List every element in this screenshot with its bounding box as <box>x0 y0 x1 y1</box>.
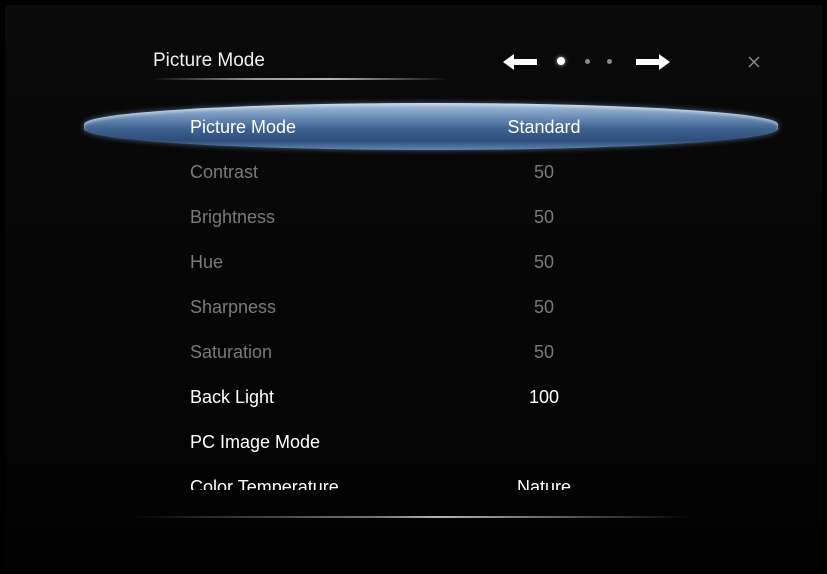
setting-value-text: Standard <box>507 117 581 137</box>
setting-value-text: 50 <box>533 252 555 272</box>
setting-value-text: 50 <box>533 207 555 227</box>
right-arrow-icon[interactable] <box>636 52 670 72</box>
page-dot-active <box>557 57 565 65</box>
setting-label: Brightness <box>190 207 276 227</box>
setting-value-text: Nature <box>516 477 572 490</box>
setting-brightness: Brightness 50 <box>0 194 827 239</box>
tv-screen: Picture Mode Picture Mode Standard Contr… <box>0 0 827 574</box>
setting-value-text: 50 <box>533 297 555 317</box>
setting-value-text: 100 <box>528 387 560 407</box>
setting-label: Saturation <box>190 342 273 362</box>
setting-hue: Hue 50 <box>0 239 827 284</box>
bottom-divider <box>130 516 690 518</box>
setting-back-light[interactable]: Back Light 100 <box>0 374 827 419</box>
setting-color-temperature[interactable]: Color Temperature Nature <box>0 464 827 490</box>
setting-label: Color Temperature <box>190 477 339 490</box>
setting-label: Sharpness <box>190 297 277 317</box>
close-icon[interactable] <box>746 54 762 70</box>
setting-sharpness: Sharpness 50 <box>0 284 827 329</box>
page-navigation <box>503 52 673 72</box>
setting-label: Contrast <box>190 162 259 182</box>
setting-value-text: 50 <box>533 342 555 362</box>
setting-label: PC Image Mode <box>190 432 321 452</box>
setting-picture-mode[interactable]: Picture Mode Standard <box>0 104 827 149</box>
setting-saturation: Saturation 50 <box>0 329 827 374</box>
setting-value-text: 50 <box>533 162 555 182</box>
left-arrow-icon[interactable] <box>503 52 537 72</box>
page-dot <box>607 59 612 64</box>
setting-label: Back Light <box>190 387 275 407</box>
setting-contrast: Contrast 50 <box>0 149 827 194</box>
title-underline <box>150 78 450 80</box>
setting-pc-image-mode[interactable]: PC Image Mode <box>0 419 827 464</box>
setting-label: Picture Mode <box>190 117 297 137</box>
page-dot <box>585 59 590 64</box>
page-title: Picture Mode <box>153 50 265 71</box>
settings-list: Picture Mode Standard Contrast 50 Bright… <box>0 104 827 490</box>
setting-label: Hue <box>190 252 224 272</box>
